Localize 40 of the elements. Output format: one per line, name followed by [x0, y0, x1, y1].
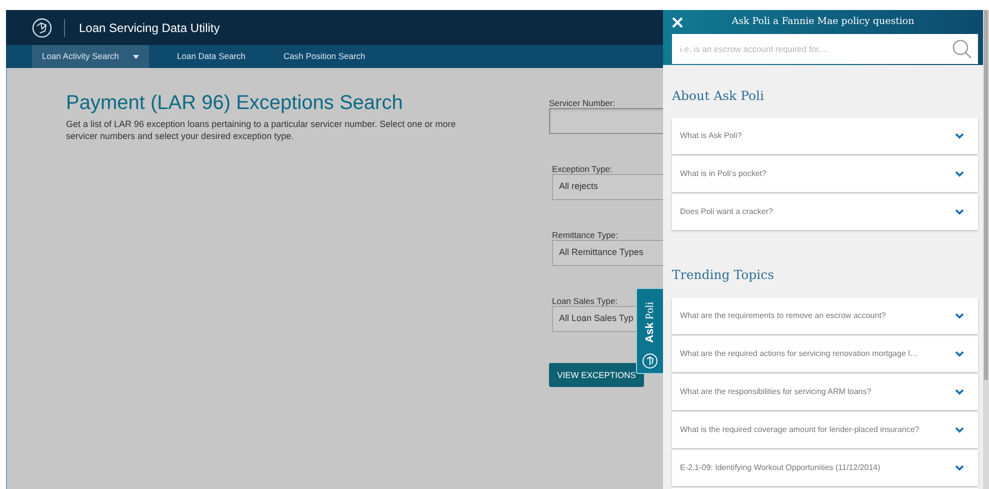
chevron-down-icon	[955, 312, 964, 318]
nav-tab[interactable]: Loan Activity Search	[32, 45, 150, 68]
field-label: Exception Type:	[552, 164, 614, 174]
chevron-down-icon	[955, 426, 964, 432]
section-heading: About Ask Poli	[672, 87, 766, 105]
ask-poli-tab[interactable]: Ask Poli	[636, 288, 664, 374]
chevron-down-icon	[955, 208, 964, 215]
nav-tab[interactable]: Cash Position Search	[274, 45, 376, 68]
ask-label: Ask	[642, 322, 657, 342]
faq-item[interactable]: What are the requirements to remove an escrow account?	[672, 298, 978, 334]
panel-title: Ask Poli a Fannie Mae policy question	[730, 14, 916, 29]
logo-icon	[32, 18, 52, 38]
select-field[interactable]: All Remittance Types	[552, 240, 663, 266]
close-icon[interactable]	[672, 16, 683, 28]
select-field[interactable]: All rejects	[552, 174, 663, 200]
search-icon[interactable]	[952, 39, 972, 59]
page-description: Get a list of LAR 96 exception loans pertaining to a particular servicer number. Select one or more servicer numbers and select your desired exception type.	[66, 118, 457, 142]
app-title: Loan Servicing Data Utility	[79, 20, 220, 36]
faq-item[interactable]: What is in Poli's pocket?	[672, 156, 978, 192]
faq-item[interactable]: What is the required coverage amount for lender-placed insurance?	[672, 412, 978, 448]
view-exceptions-button[interactable]: VIEW EXCEPTIONS	[549, 363, 644, 388]
select-field[interactable]: All Loan Sales Typ	[552, 306, 636, 332]
chevron-down-icon	[955, 388, 964, 394]
field-label: Remittance Type:	[552, 230, 619, 240]
nav-tab[interactable]: Loan Data Search	[167, 45, 256, 68]
chevron-down-icon	[955, 464, 964, 470]
chevron-down-icon	[955, 132, 964, 139]
poli-label: Poli	[642, 302, 657, 320]
faq-item[interactable]: Does Poli want a cracker?	[672, 194, 978, 230]
faq-item[interactable]: What are the required actions for servicing renovation mortgage l…	[672, 336, 978, 372]
input-field[interactable]	[549, 108, 663, 134]
chevron-down-icon	[955, 170, 964, 177]
chevron-down-icon	[955, 350, 964, 356]
faq-item[interactable]: What is Ask Poli?	[672, 118, 978, 154]
faq-item[interactable]: E-2.1-09: Identifying Workout Opportunities (11/12/2014)	[672, 450, 978, 486]
section-heading: Trending Topics	[672, 266, 776, 284]
faq-item[interactable]: What are the responsibilities for servicing ARM loans?	[672, 374, 978, 410]
search-field[interactable]: i.e. is an escrow account required for....	[672, 34, 978, 64]
field-label: Servicer Number:	[549, 98, 616, 108]
page-title: Payment (LAR 96) Exceptions Search	[66, 91, 404, 116]
